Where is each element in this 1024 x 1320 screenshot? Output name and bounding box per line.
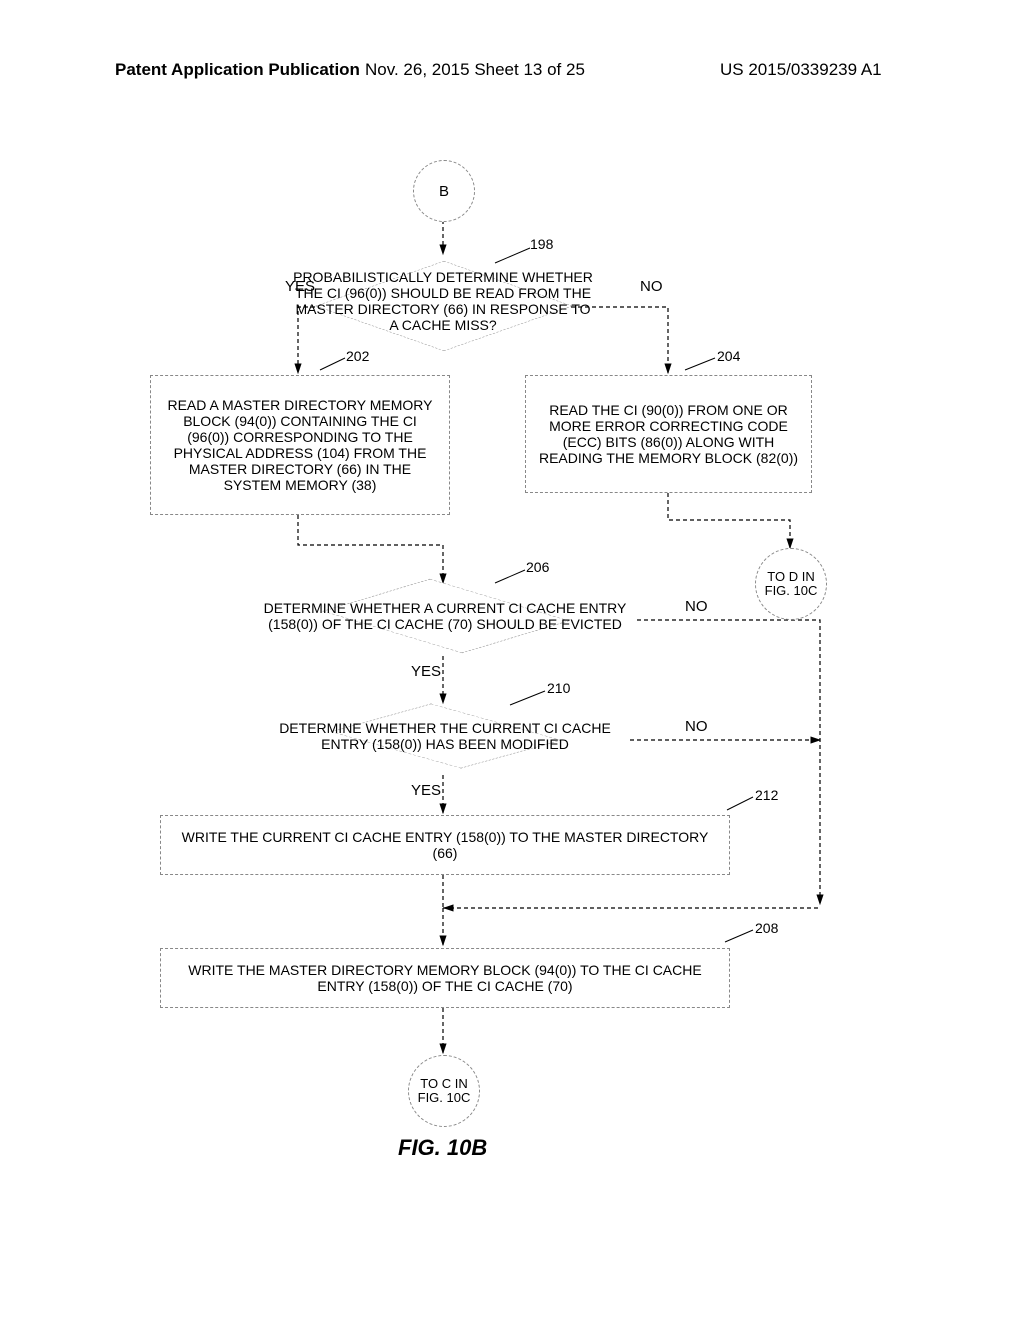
- flowchart: B PROBABILISTICALLY DETERMINE WHETHER TH…: [130, 160, 910, 1190]
- ref-204: 204: [717, 348, 740, 364]
- connector-b-label: B: [439, 183, 449, 200]
- connector-c: TO C IN FIG. 10C: [408, 1055, 480, 1127]
- decision-206: DETERMINE WHETHER A CURRENT CI CACHE ENT…: [250, 585, 638, 655]
- box-202: READ A MASTER DIRECTORY MEMORY BLOCK (94…: [150, 375, 450, 515]
- header-left: Patent Application Publication: [115, 60, 360, 80]
- connector-b: B: [413, 160, 475, 222]
- box-204: READ THE CI (90(0)) FROM ONE OR MORE ERR…: [525, 375, 812, 493]
- ref-202: 202: [346, 348, 369, 364]
- no-198: NO: [640, 278, 663, 295]
- box-212-text: WRITE THE CURRENT CI CACHE ENTRY (158(0)…: [171, 829, 719, 861]
- box-204-text: READ THE CI (90(0)) FROM ONE OR MORE ERR…: [536, 402, 801, 466]
- box-212: WRITE THE CURRENT CI CACHE ENTRY (158(0)…: [160, 815, 730, 875]
- ref-210: 210: [547, 680, 570, 696]
- connector-c-label: TO C IN FIG. 10C: [409, 1077, 479, 1106]
- page-header: Patent Application Publication Nov. 26, …: [0, 60, 1024, 90]
- ref-206: 206: [526, 559, 549, 575]
- ref-212: 212: [755, 787, 778, 803]
- ref-198: 198: [530, 236, 553, 252]
- connector-d-label: TO D IN FIG. 10C: [756, 570, 826, 599]
- figure-caption: FIG. 10B: [398, 1135, 487, 1161]
- decision-198: PROBABILISTICALLY DETERMINE WHETHER THE …: [243, 255, 643, 360]
- decision-210: DETERMINE WHETHER THE CURRENT CI CACHE E…: [255, 705, 630, 775]
- header-mid: Nov. 26, 2015 Sheet 13 of 25: [365, 60, 585, 80]
- no-206: NO: [685, 598, 708, 615]
- decision-198-text: PROBABILISTICALLY DETERMINE WHETHER THE …: [293, 269, 593, 333]
- no-210: NO: [685, 718, 708, 735]
- ref-208: 208: [755, 920, 778, 936]
- box-208-text: WRITE THE MASTER DIRECTORY MEMORY BLOCK …: [171, 962, 719, 994]
- yes-198: YES: [285, 278, 315, 295]
- connector-d: TO D IN FIG. 10C: [755, 548, 827, 620]
- box-208: WRITE THE MASTER DIRECTORY MEMORY BLOCK …: [160, 948, 730, 1008]
- decision-210-text: DETERMINE WHETHER THE CURRENT CI CACHE E…: [265, 720, 625, 752]
- yes-210: YES: [411, 782, 441, 799]
- header-right: US 2015/0339239 A1: [720, 60, 882, 80]
- box-202-text: READ A MASTER DIRECTORY MEMORY BLOCK (94…: [161, 397, 439, 493]
- yes-206: YES: [411, 663, 441, 680]
- decision-206-text: DETERMINE WHETHER A CURRENT CI CACHE ENT…: [260, 600, 630, 632]
